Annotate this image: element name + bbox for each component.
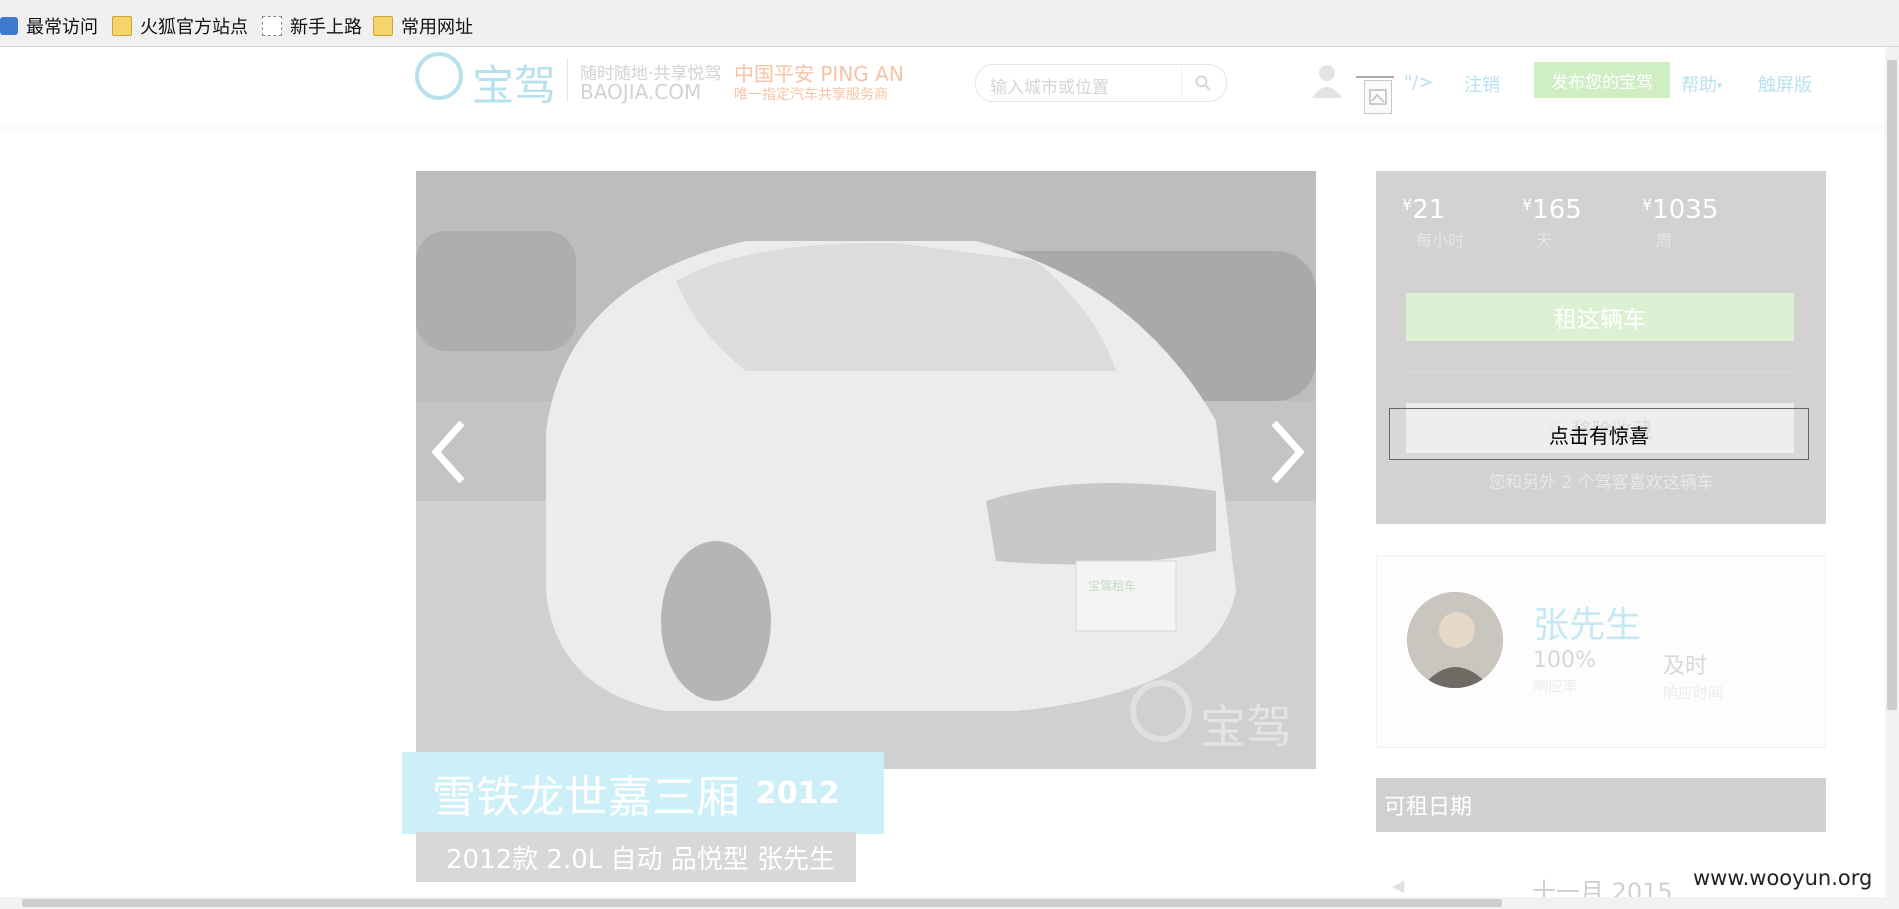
logo-divider bbox=[567, 58, 568, 102]
divider bbox=[1406, 371, 1794, 372]
logo-text[interactable]: 宝驾 bbox=[472, 52, 556, 113]
owner-card: 张先生 100% 响应率 及时 响应时间 bbox=[1376, 555, 1826, 748]
bookmark-label: 新手上路 bbox=[290, 17, 362, 38]
currency-symbol: ¥ bbox=[1642, 195, 1653, 214]
price-weekly: ¥1035 周 bbox=[1642, 195, 1718, 251]
partner-subtitle: 唯一指定汽车共享服务商 bbox=[734, 87, 888, 103]
booking-panel: ¥21 每小时 ¥165 天 ¥1035 周 租这辆车 ♡ 移除收藏 您和另外 2… bbox=[1376, 171, 1826, 524]
car-photo-gallery[interactable]: 宝驾 宝驾租车 bbox=[416, 171, 1316, 769]
bookmark-getting-started[interactable]: 新手上路 bbox=[262, 13, 362, 39]
broken-image-line bbox=[1356, 76, 1394, 78]
stat-label: 响应时间 bbox=[1663, 684, 1724, 702]
price-unit: 每小时 bbox=[1416, 231, 1465, 250]
horizontal-scroll-thumb[interactable] bbox=[22, 899, 1502, 907]
price-value: 21 bbox=[1412, 195, 1446, 225]
stat-label: 响应率 bbox=[1533, 677, 1579, 695]
touch-version-link[interactable]: 触屏版 bbox=[1758, 71, 1812, 97]
folder-icon bbox=[112, 16, 132, 36]
currency-symbol: ¥ bbox=[1522, 195, 1533, 214]
help-menu[interactable]: 帮助▾ bbox=[1681, 71, 1722, 97]
bookmark-label: 常用网址 bbox=[401, 17, 473, 38]
watermark: www.wooyun.org bbox=[1693, 866, 1873, 890]
price-unit: 天 bbox=[1536, 231, 1553, 250]
stat-value: 及时 bbox=[1663, 654, 1708, 679]
prev-arrow-icon[interactable] bbox=[428, 417, 468, 487]
bookmark-firefox-sites[interactable]: 火狐官方站点 bbox=[112, 13, 248, 39]
bookmark-label: 火狐官方站点 bbox=[140, 17, 248, 38]
code-fragment: "/> bbox=[1404, 72, 1434, 93]
bookmark-most-visited[interactable]: 最常访问 bbox=[0, 13, 98, 39]
stat-value: 100% bbox=[1533, 648, 1596, 673]
help-label: 帮助 bbox=[1681, 75, 1717, 96]
page-icon bbox=[262, 16, 282, 36]
currency-symbol: ¥ bbox=[1402, 195, 1413, 214]
vertical-scroll-thumb[interactable] bbox=[1887, 60, 1897, 710]
prev-month-icon[interactable]: ◀ bbox=[1392, 876, 1404, 895]
price-value: 165 bbox=[1532, 195, 1582, 225]
car-model: 雪铁龙世嘉三厢 bbox=[432, 772, 740, 823]
car-photo bbox=[416, 171, 1316, 769]
bookmarks-toolbar: 最常访问 火狐官方站点 新手上路 常用网址 bbox=[0, 0, 1899, 47]
price-value: 1035 bbox=[1652, 195, 1719, 225]
car-subtitle: 2012款 2.0L 自动 品悦型 张先生 bbox=[416, 832, 856, 882]
folder-icon bbox=[373, 16, 393, 36]
next-arrow-icon[interactable] bbox=[1268, 417, 1308, 487]
owner-name[interactable]: 张先生 bbox=[1533, 596, 1641, 648]
car-title: 雪铁龙世嘉三厢 2012 bbox=[402, 752, 884, 834]
car-year: 2012 bbox=[756, 775, 840, 811]
license-plate: 宝驾租车 bbox=[1088, 579, 1137, 593]
search-icon bbox=[0, 17, 18, 35]
broken-image-icon bbox=[1364, 80, 1392, 114]
search-divider bbox=[1181, 69, 1182, 97]
surprise-button[interactable]: 点击有惊喜 bbox=[1389, 408, 1809, 460]
bookmark-common-sites[interactable]: 常用网址 bbox=[373, 13, 473, 39]
bookmark-label: 最常访问 bbox=[26, 17, 98, 38]
photo-watermark: 宝驾 bbox=[1200, 700, 1292, 754]
rent-car-button[interactable]: 租这辆车 bbox=[1406, 293, 1794, 341]
search-input[interactable]: 输入城市或位置 bbox=[975, 64, 1227, 102]
price-unit: 周 bbox=[1656, 231, 1673, 250]
avatar[interactable] bbox=[1407, 592, 1503, 688]
availability-header: 可租日期 bbox=[1376, 778, 1826, 832]
partner-logo: 中国平安 PING AN bbox=[734, 62, 904, 86]
search-placeholder: 输入城市或位置 bbox=[990, 78, 1109, 98]
publish-car-button[interactable]: 发布您的宝驾 bbox=[1534, 62, 1670, 98]
response-time: 及时 响应时间 bbox=[1663, 648, 1723, 703]
favorite-note: 您和另外 2 个驾客喜欢这辆车 bbox=[1488, 473, 1714, 493]
search-icon[interactable] bbox=[1194, 74, 1212, 92]
chevron-down-icon: ▾ bbox=[1717, 80, 1723, 92]
price-hourly: ¥21 每小时 bbox=[1402, 195, 1464, 251]
user-icon[interactable] bbox=[1310, 62, 1344, 100]
response-rate: 100% 响应率 bbox=[1533, 648, 1596, 696]
domain-text: BAOJIA.COM bbox=[580, 80, 702, 104]
logo-icon[interactable] bbox=[415, 52, 463, 100]
price-daily: ¥165 天 bbox=[1522, 195, 1582, 251]
logout-link[interactable]: 注销 bbox=[1464, 71, 1500, 97]
